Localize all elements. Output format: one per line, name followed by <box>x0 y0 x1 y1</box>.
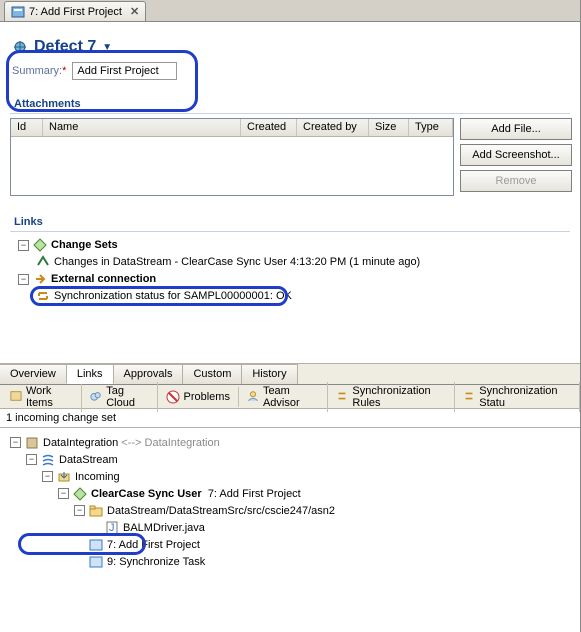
add-screenshot-button[interactable]: Add Screenshot... <box>460 144 572 166</box>
summary-label: Summary:* <box>12 65 66 77</box>
tree-srcpath[interactable]: DataStream/DataStreamSrc/src/cscie247/as… <box>107 505 335 517</box>
workitem-icon <box>89 538 103 552</box>
col-id[interactable]: Id <box>11 119 43 136</box>
tagcloud-icon <box>90 390 102 404</box>
view-tag-cloud[interactable]: Tag Cloud <box>82 382 157 412</box>
view-work-items[interactable]: Work Items <box>2 382 82 412</box>
expand-toggle[interactable]: − <box>58 488 69 499</box>
close-icon[interactable]: ✕ <box>126 5 139 18</box>
expand-toggle[interactable]: − <box>26 454 37 465</box>
problems-icon <box>166 390 180 404</box>
external-icon <box>33 272 47 286</box>
summary-input[interactable] <box>72 62 177 80</box>
view-sync-rules[interactable]: Synchronization Rules <box>328 382 455 412</box>
chevron-down-icon[interactable]: ▼ <box>102 42 112 53</box>
defect-title: Defect 7 <box>34 38 96 56</box>
changeset-item[interactable]: Changes in DataStream - ClearCase Sync U… <box>54 256 420 268</box>
editor-tab-label: 7: Add First Project <box>29 6 122 18</box>
syncstatus-icon <box>463 390 475 404</box>
changeset-icon <box>33 238 47 252</box>
tree-ccuser[interactable]: ClearCase Sync User 7: Add First Project <box>91 488 301 500</box>
tree-datastream[interactable]: DataStream <box>59 454 118 466</box>
stream-icon <box>41 453 55 467</box>
expand-toggle[interactable]: − <box>18 240 29 251</box>
tree-workitem-7[interactable]: 7: Add First Project <box>107 539 200 551</box>
editor-tab[interactable]: 7: Add First Project ✕ <box>4 1 146 21</box>
view-problems[interactable]: Problems <box>158 387 239 407</box>
workitem-icon <box>89 555 103 569</box>
col-type[interactable]: Type <box>409 119 453 136</box>
tree-javafile[interactable]: BALMDriver.java <box>123 522 205 534</box>
sync-status-item[interactable]: Synchronization status for SAMPL00000001… <box>54 290 292 302</box>
syncrules-icon <box>336 390 348 404</box>
col-createdby[interactable]: Created by <box>297 119 369 136</box>
javafile-icon: J <box>105 521 119 535</box>
expand-toggle[interactable]: − <box>18 274 29 285</box>
tab-links[interactable]: Links <box>66 364 114 384</box>
tab-custom[interactable]: Custom <box>182 364 242 384</box>
view-team-advisor[interactable]: Team Advisor <box>239 382 328 412</box>
col-size[interactable]: Size <box>369 119 409 136</box>
bug-icon <box>12 39 28 55</box>
col-created[interactable]: Created <box>241 119 297 136</box>
sync-status-icon <box>36 289 50 303</box>
svg-text:J: J <box>109 522 115 534</box>
expand-toggle[interactable]: − <box>42 471 53 482</box>
attachments-table: Id Name Created Created by Size Type <box>10 118 454 196</box>
add-file-button[interactable]: Add File... <box>460 118 572 140</box>
views-bar: Work Items Tag Cloud Problems Team Advis… <box>0 385 580 409</box>
workitem-icon <box>11 5 25 19</box>
changeset-user-icon <box>73 487 87 501</box>
expand-toggle[interactable]: − <box>10 437 21 448</box>
col-name[interactable]: Name <box>43 119 241 136</box>
links-heading: Links <box>10 208 570 232</box>
folder-icon <box>89 504 103 518</box>
component-icon <box>25 436 39 450</box>
tree-workitem-9[interactable]: 9: Synchronize Task <box>107 556 205 568</box>
incoming-icon <box>57 470 71 484</box>
teamadvisor-icon <box>247 390 259 404</box>
remove-button: Remove <box>460 170 572 192</box>
tree-incoming[interactable]: Incoming <box>75 471 120 483</box>
changes-icon <box>36 255 50 269</box>
view-sync-status[interactable]: Synchronization Statu <box>455 382 580 412</box>
external-connection-node[interactable]: External connection <box>51 273 156 285</box>
status-strip: 1 incoming change set <box>0 409 580 428</box>
workitems-icon <box>10 390 22 404</box>
expand-toggle[interactable]: − <box>74 505 85 516</box>
change-sets-node[interactable]: Change Sets <box>51 239 118 251</box>
tree-dataintegration[interactable]: DataIntegration <--> DataIntegration <box>43 437 220 449</box>
attachments-heading: Attachments <box>10 90 570 114</box>
